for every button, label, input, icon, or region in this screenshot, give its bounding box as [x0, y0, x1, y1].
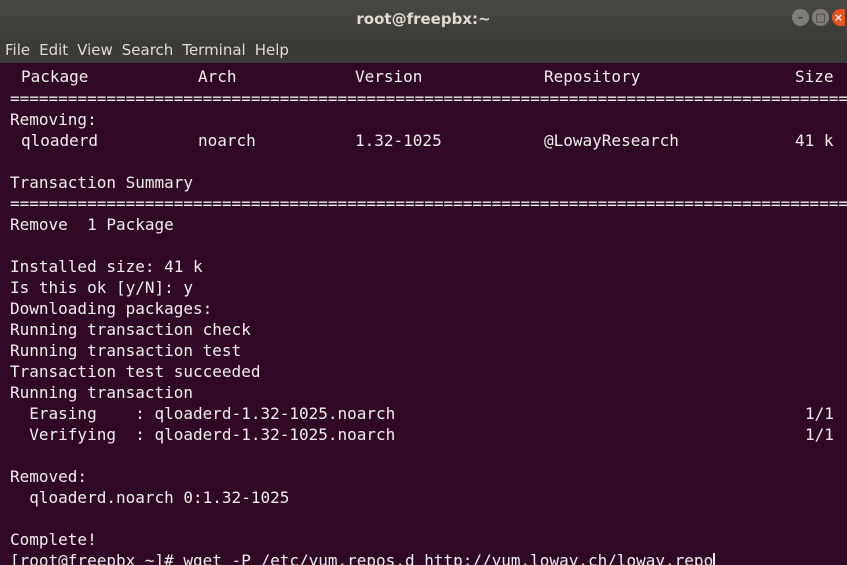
- menu-file[interactable]: File: [5, 38, 30, 63]
- menu-search[interactable]: Search: [122, 38, 174, 63]
- output-line: Transaction test succeeded: [10, 362, 261, 381]
- separator-line: ========================================…: [10, 89, 847, 108]
- maximize-icon[interactable]: □: [812, 9, 829, 26]
- header-repository: Repository: [544, 67, 641, 86]
- minimize-icon[interactable]: –: [792, 9, 809, 26]
- header-version: Version: [355, 67, 423, 86]
- header-package: Package: [21, 67, 89, 86]
- menu-bar: File Edit View Search Terminal Help: [0, 38, 847, 63]
- separator-line: ========================================…: [10, 194, 847, 213]
- output-line: Running transaction check: [10, 320, 251, 339]
- terminal-window: root@freepbx:~ – □ × File Edit View Sear…: [0, 0, 847, 565]
- row-arch: noarch: [198, 131, 256, 150]
- menu-terminal[interactable]: Terminal: [182, 38, 245, 63]
- title-bar[interactable]: root@freepbx:~ – □ ×: [0, 0, 847, 38]
- output-line: Running transaction test: [10, 341, 242, 360]
- output-line: Downloading packages:: [10, 299, 213, 318]
- step-erasing-count: 1/1: [805, 404, 834, 423]
- complete-line: Complete!: [10, 530, 97, 549]
- summary-heading: Transaction Summary: [10, 173, 194, 192]
- header-size: Size: [795, 67, 834, 86]
- output-line: Installed size: 41 k: [10, 257, 203, 276]
- menu-view[interactable]: View: [77, 38, 113, 63]
- step-erasing: Erasing : qloaderd-1.32-1025.noarch: [10, 404, 396, 423]
- window-controls: – □ ×: [792, 9, 845, 26]
- close-icon[interactable]: ×: [832, 9, 845, 26]
- step-verifying: Verifying : qloaderd-1.32-1025.noarch: [10, 425, 396, 444]
- output-line: Running transaction: [10, 383, 194, 402]
- output-line: Is this ok [y/N]: y: [10, 278, 194, 297]
- text-cursor: [713, 553, 716, 565]
- row-version: 1.32-1025: [355, 131, 442, 150]
- summary-remove: Remove 1 Package: [10, 215, 174, 234]
- step-verifying-count: 1/1: [805, 425, 834, 444]
- terminal-output[interactable]: Package Arch Version Repository Size ===…: [0, 63, 847, 565]
- row-size: 41 k: [795, 131, 834, 150]
- window-title: root@freepbx:~: [356, 10, 491, 28]
- removed-heading: Removed:: [10, 467, 88, 486]
- prompt-text: [root@freepbx ~]# wget -P /etc/yum.repos…: [10, 551, 714, 565]
- row-repository: @LowayResearch: [544, 131, 679, 150]
- section-label: Removing:: [10, 110, 97, 129]
- row-package: qloaderd: [21, 131, 99, 150]
- command-prompt[interactable]: [root@freepbx ~]# wget -P /etc/yum.repos…: [10, 550, 716, 565]
- removed-item: qloaderd.noarch 0:1.32-1025: [10, 488, 290, 507]
- menu-help[interactable]: Help: [255, 38, 289, 63]
- header-arch: Arch: [198, 67, 237, 86]
- menu-edit[interactable]: Edit: [39, 38, 68, 63]
